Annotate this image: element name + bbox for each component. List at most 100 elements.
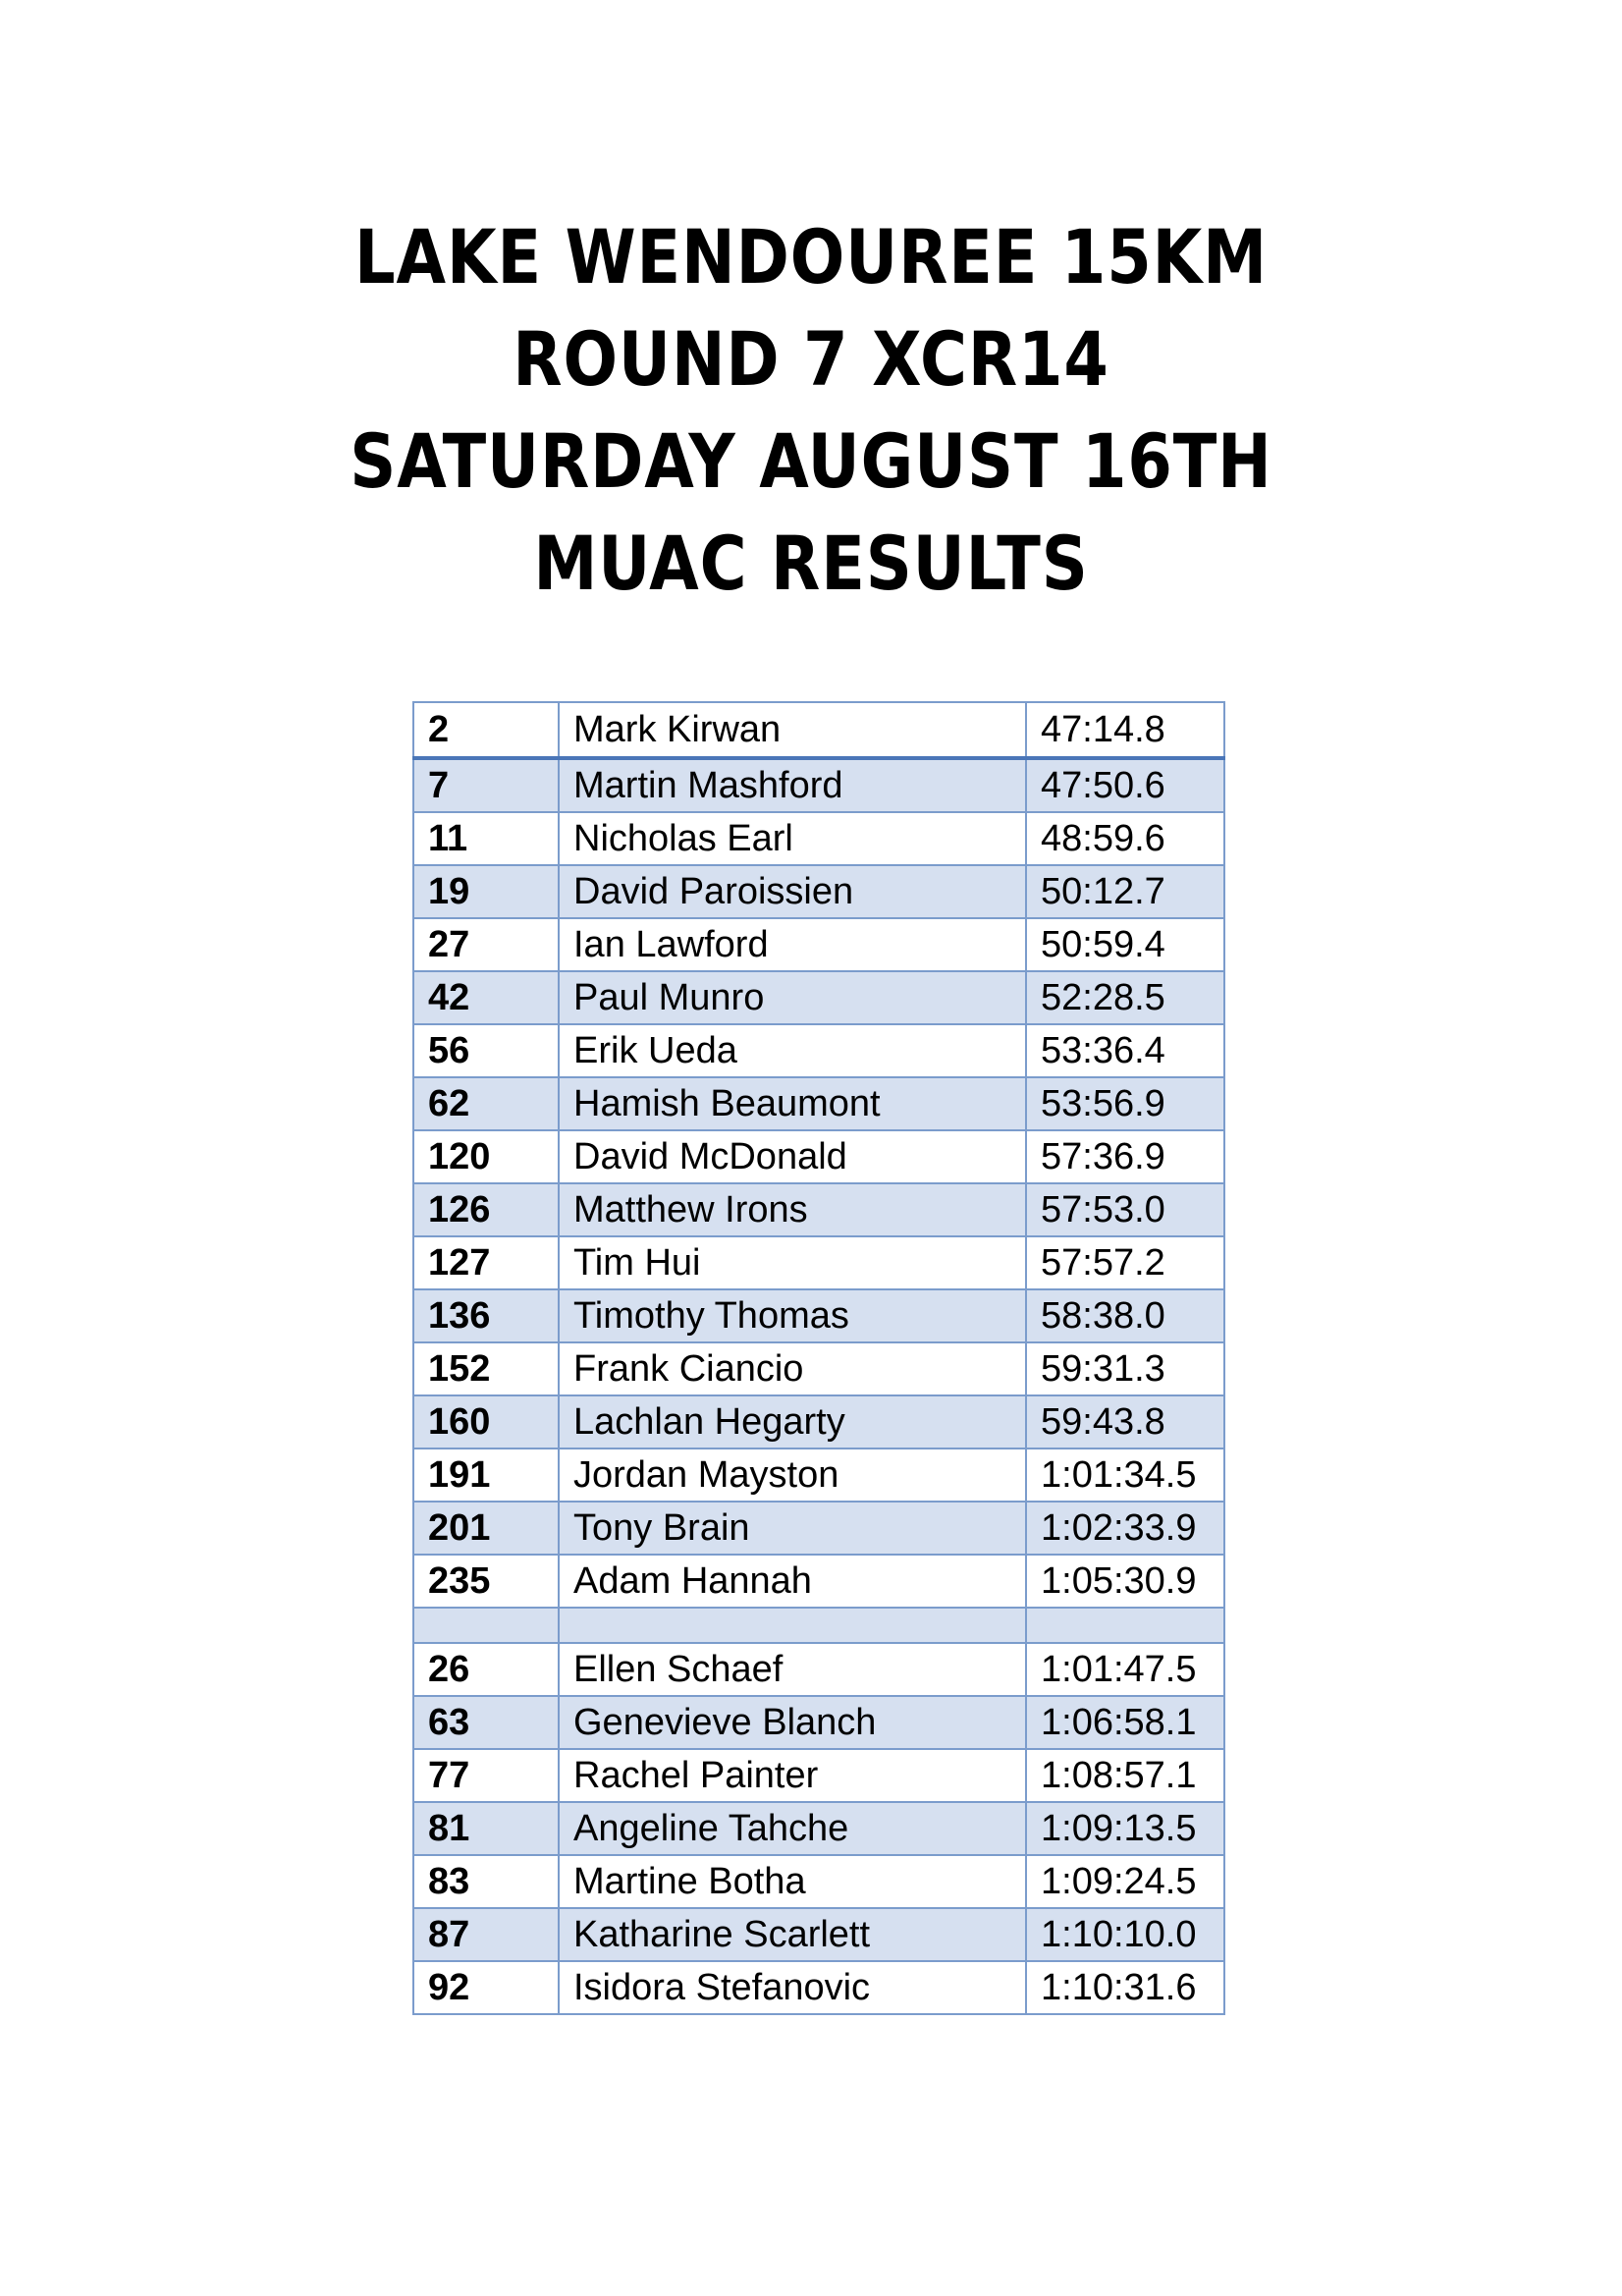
place-cell: 62 xyxy=(412,1076,560,1131)
time-cell: 48:59.6 xyxy=(1025,811,1225,866)
table-row: 77 Rachel Painter 1:08:57.1 xyxy=(412,1748,1225,1803)
table-row: 62 Hamish Beaumont 53:56.9 xyxy=(412,1076,1225,1131)
time-cell: 1:09:24.5 xyxy=(1025,1854,1225,1909)
table-row: 56 Erik Ueda 53:36.4 xyxy=(412,1023,1225,1078)
place-cell: 126 xyxy=(412,1182,560,1237)
table-row: 81 Angeline Tahche 1:09:13.5 xyxy=(412,1801,1225,1856)
table-row: 120 David McDonald 57:36.9 xyxy=(412,1129,1225,1184)
table-row: 83 Martine Botha 1:09:24.5 xyxy=(412,1854,1225,1909)
table-row: 87 Katharine Scarlett 1:10:10.0 xyxy=(412,1907,1225,1962)
table-row: 27 Ian Lawford 50:59.4 xyxy=(412,917,1225,972)
title-line-round: ROUND 7 XCR14 xyxy=(513,315,1109,403)
table-row: 19 David Paroissien 50:12.7 xyxy=(412,864,1225,919)
time-cell: 1:10:31.6 xyxy=(1025,1960,1225,2015)
name-cell: Rachel Painter xyxy=(558,1748,1027,1803)
table-row: 235 Adam Hannah 1:05:30.9 xyxy=(412,1554,1225,1609)
place-cell: 77 xyxy=(412,1748,560,1803)
time-cell: 47:14.8 xyxy=(1025,701,1225,760)
place-cell: 7 xyxy=(412,757,560,813)
time-cell: 1:05:30.9 xyxy=(1025,1554,1225,1609)
table-row: 127 Tim Hui 57:57.2 xyxy=(412,1235,1225,1290)
results-table: 2 Mark Kirwan 47:14.8 7 Martin Mashford 47… xyxy=(412,701,1225,2015)
empty-cell xyxy=(558,1607,1027,1644)
table-row: 63 Genevieve Blanch 1:06:58.1 xyxy=(412,1695,1225,1750)
time-cell: 57:53.0 xyxy=(1025,1182,1225,1237)
title-line-club: MUAC RESULTS xyxy=(533,519,1089,607)
name-cell: Matthew Irons xyxy=(558,1182,1027,1237)
name-cell: Nicholas Earl xyxy=(558,811,1027,866)
table-row: 136 Timothy Thomas 58:38.0 xyxy=(412,1288,1225,1343)
time-cell: 59:43.8 xyxy=(1025,1394,1225,1449)
name-cell: Ellen Schaef xyxy=(558,1642,1027,1697)
time-cell: 47:50.6 xyxy=(1025,757,1225,813)
table-row: 126 Matthew Irons 57:53.0 xyxy=(412,1182,1225,1237)
name-cell: Genevieve Blanch xyxy=(558,1695,1027,1750)
table-row: 201 Tony Brain 1:02:33.9 xyxy=(412,1501,1225,1556)
title-line-event: LAKE WENDOUREE 15KM xyxy=(354,213,1268,301)
table-row: 160 Lachlan Hegarty 59:43.8 xyxy=(412,1394,1225,1449)
name-cell: Erik Ueda xyxy=(558,1023,1027,1078)
name-cell: Adam Hannah xyxy=(558,1554,1027,1609)
time-cell: 1:06:58.1 xyxy=(1025,1695,1225,1750)
name-cell: Tony Brain xyxy=(558,1501,1027,1556)
name-cell: Timothy Thomas xyxy=(558,1288,1027,1343)
place-cell: 87 xyxy=(412,1907,560,1962)
time-cell: 1:10:10.0 xyxy=(1025,1907,1225,1962)
name-cell: David McDonald xyxy=(558,1129,1027,1184)
separator-row xyxy=(412,1607,1225,1644)
time-cell: 1:09:13.5 xyxy=(1025,1801,1225,1856)
name-cell: David Paroissien xyxy=(558,864,1027,919)
name-cell: Frank Ciancio xyxy=(558,1341,1027,1396)
time-cell: 50:12.7 xyxy=(1025,864,1225,919)
table-row: 42 Paul Munro 52:28.5 xyxy=(412,970,1225,1025)
place-cell: 27 xyxy=(412,917,560,972)
place-cell: 81 xyxy=(412,1801,560,1856)
table-row: 191 Jordan Mayston 1:01:34.5 xyxy=(412,1448,1225,1503)
table-row: 11 Nicholas Earl 48:59.6 xyxy=(412,811,1225,866)
time-cell: 57:57.2 xyxy=(1025,1235,1225,1290)
time-cell: 53:36.4 xyxy=(1025,1023,1225,1078)
place-cell: 152 xyxy=(412,1341,560,1396)
name-cell: Hamish Beaumont xyxy=(558,1076,1027,1131)
time-cell: 1:08:57.1 xyxy=(1025,1748,1225,1803)
place-cell: 19 xyxy=(412,864,560,919)
table-row: 7 Martin Mashford 47:50.6 xyxy=(412,757,1225,813)
place-cell: 56 xyxy=(412,1023,560,1078)
name-cell: Jordan Mayston xyxy=(558,1448,1027,1503)
place-cell: 42 xyxy=(412,970,560,1025)
name-cell: Angeline Tahche xyxy=(558,1801,1027,1856)
place-cell: 201 xyxy=(412,1501,560,1556)
name-cell: Lachlan Hegarty xyxy=(558,1394,1027,1449)
place-cell: 191 xyxy=(412,1448,560,1503)
place-cell: 26 xyxy=(412,1642,560,1697)
name-cell: Mark Kirwan xyxy=(558,701,1027,760)
results-table-body: 2 Mark Kirwan 47:14.8 7 Martin Mashford 47… xyxy=(412,701,1225,2015)
empty-cell xyxy=(412,1607,560,1644)
time-cell: 50:59.4 xyxy=(1025,917,1225,972)
time-cell: 1:02:33.9 xyxy=(1025,1501,1225,1556)
name-cell: Katharine Scarlett xyxy=(558,1907,1027,1962)
place-cell: 235 xyxy=(412,1554,560,1609)
name-cell: Tim Hui xyxy=(558,1235,1027,1290)
time-cell: 53:56.9 xyxy=(1025,1076,1225,1131)
place-cell: 160 xyxy=(412,1394,560,1449)
table-row-first: 2 Mark Kirwan 47:14.8 xyxy=(412,701,1225,760)
place-cell: 83 xyxy=(412,1854,560,1909)
empty-cell xyxy=(1025,1607,1225,1644)
place-cell: 92 xyxy=(412,1960,560,2015)
time-cell: 1:01:34.5 xyxy=(1025,1448,1225,1503)
time-cell: 58:38.0 xyxy=(1025,1288,1225,1343)
time-cell: 1:01:47.5 xyxy=(1025,1642,1225,1697)
results-document: LAKE WENDOUREE 15KM ROUND 7 XCR14 SATURD… xyxy=(0,0,1622,2296)
time-cell: 52:28.5 xyxy=(1025,970,1225,1025)
place-cell: 2 xyxy=(412,701,560,760)
name-cell: Martine Botha xyxy=(558,1854,1027,1909)
place-cell: 63 xyxy=(412,1695,560,1750)
place-cell: 11 xyxy=(412,811,560,866)
name-cell: Paul Munro xyxy=(558,970,1027,1025)
title-line-date: SATURDAY AUGUST 16TH xyxy=(350,417,1272,505)
time-cell: 59:31.3 xyxy=(1025,1341,1225,1396)
place-cell: 120 xyxy=(412,1129,560,1184)
title-block: LAKE WENDOUREE 15KM ROUND 7 XCR14 SATURD… xyxy=(0,206,1622,615)
table-row: 152 Frank Ciancio 59:31.3 xyxy=(412,1341,1225,1396)
